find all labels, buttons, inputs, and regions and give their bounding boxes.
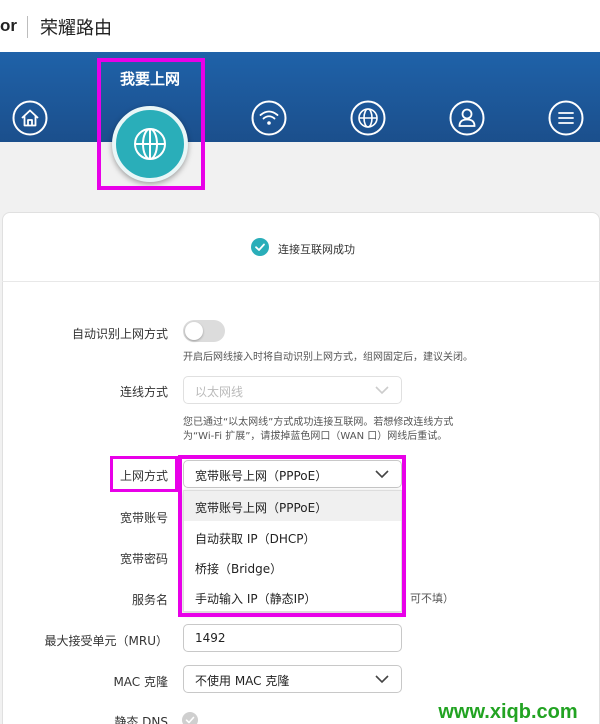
brand-divider bbox=[27, 16, 28, 38]
auto-detect-hint: 开启后网线接入时将自动识别上网方式，组网固定后，建议关闭。 bbox=[183, 352, 473, 363]
broadband-password-label: 宽带密码 bbox=[119, 552, 168, 566]
nav-band bbox=[0, 52, 600, 142]
chevron-down-icon bbox=[375, 385, 389, 395]
service-name-label: 服务名 bbox=[131, 593, 168, 607]
menu-icon[interactable] bbox=[548, 100, 584, 136]
connection-type-value: 以太网线 bbox=[195, 385, 244, 399]
broadband-account-label: 宽带账号 bbox=[119, 511, 168, 525]
wifi-icon[interactable] bbox=[251, 100, 287, 136]
mru-input[interactable]: 1492 bbox=[183, 624, 402, 652]
mru-value: 1492 bbox=[195, 631, 226, 645]
mac-clone-value: 不使用 MAC 克隆 bbox=[195, 674, 290, 688]
service-name-hint: 可不填） bbox=[410, 592, 454, 605]
chevron-down-icon bbox=[375, 674, 389, 684]
static-dns-check-icon[interactable] bbox=[182, 712, 198, 724]
top-bar: or 荣耀路由 bbox=[0, 0, 600, 52]
mac-clone-select[interactable]: 不使用 MAC 克隆 bbox=[183, 665, 402, 693]
connection-type-hint-1: 您已通过“以太网线”方式成功连接互联网。若想修改连线方式 bbox=[183, 417, 454, 428]
highlight-frame-dropdown bbox=[178, 455, 406, 617]
app-title: 荣耀路由 bbox=[40, 18, 112, 39]
watermark: www.xiqb.com bbox=[418, 700, 598, 724]
highlight-frame-label bbox=[110, 456, 178, 492]
check-circle-icon bbox=[251, 238, 269, 256]
brand-logo-fragment: or bbox=[0, 16, 17, 35]
auto-detect-toggle[interactable] bbox=[183, 320, 225, 342]
home-icon[interactable] bbox=[12, 100, 48, 136]
connection-type-select: 以太网线 bbox=[183, 376, 402, 404]
highlight-frame-nav bbox=[97, 58, 205, 190]
globe-network-icon[interactable] bbox=[350, 100, 386, 136]
auto-detect-label: 自动识别上网方式 bbox=[71, 327, 168, 341]
mru-label: 最大接受单元（MRU） bbox=[44, 634, 168, 648]
connection-type-label: 连线方式 bbox=[119, 385, 168, 399]
connection-status-text: 连接互联网成功 bbox=[278, 243, 355, 256]
toggle-knob bbox=[185, 322, 203, 340]
connection-type-hint-2: 为“Wi-Fi 扩展”，请拔掉蓝色网口（WAN 口）网线后重试。 bbox=[183, 431, 448, 442]
mac-clone-label: MAC 克隆 bbox=[113, 675, 168, 689]
user-icon[interactable] bbox=[449, 100, 485, 136]
static-dns-label: 静态 DNS bbox=[114, 715, 168, 724]
